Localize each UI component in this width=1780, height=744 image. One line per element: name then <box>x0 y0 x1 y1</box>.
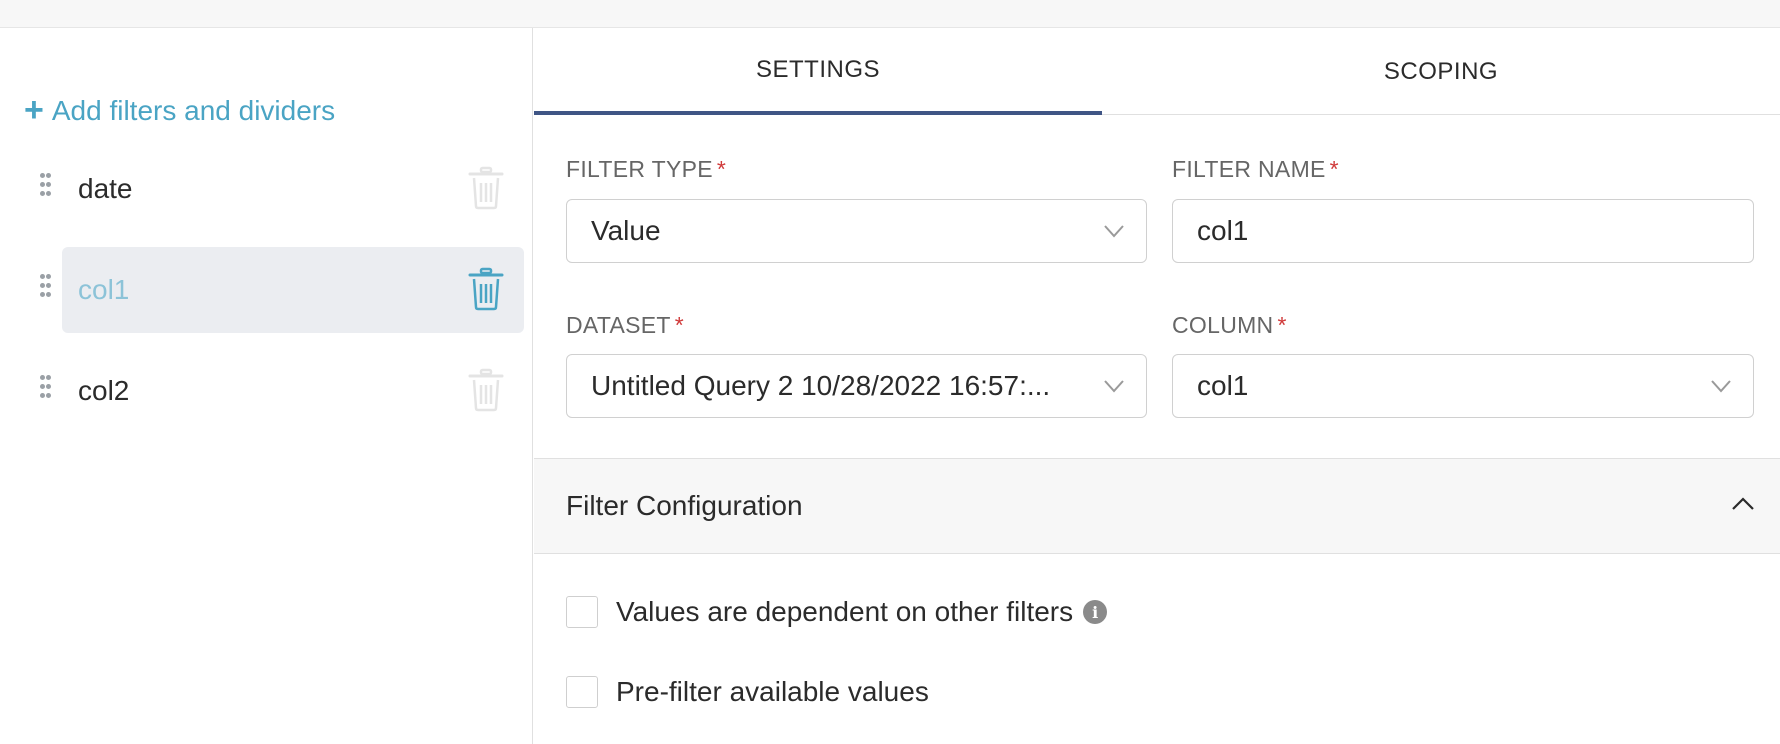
add-filters-link[interactable]: + Add filters and dividers <box>24 91 336 129</box>
dependent-values-option: Values are dependent on other filters i <box>566 596 1108 628</box>
filter-type-select[interactable]: Value <box>566 199 1147 263</box>
required-marker: * <box>1329 156 1339 182</box>
filter-list-item-label: date <box>78 173 133 204</box>
tab-scoping-label: SCOPING <box>1383 57 1499 85</box>
drag-handle-icon[interactable] <box>40 375 52 403</box>
trash-icon[interactable] <box>468 166 504 210</box>
column-label: COLUMN * <box>1172 312 1287 338</box>
required-marker: * <box>716 156 727 182</box>
dataset-select[interactable]: Untitled Query 2 10/28/2022 16:57:... <box>566 354 1147 418</box>
filter-settings-panel: SETTINGS SCOPING FILTER TYPE * Value FILT… <box>534 28 1780 744</box>
tab-bar: SETTINGS SCOPING <box>534 28 1780 115</box>
drag-handle-icon[interactable] <box>40 173 52 201</box>
drag-handle-icon[interactable] <box>40 274 52 302</box>
filter-name-input[interactable]: col1 <box>1172 199 1754 263</box>
chevron-up-icon[interactable] <box>1732 497 1754 511</box>
filter-configuration-header[interactable]: Filter Configuration <box>534 458 1780 554</box>
column-select[interactable]: col1 <box>1172 354 1754 418</box>
dependent-values-checkbox[interactable] <box>566 596 598 628</box>
add-filters-label: Add filters and dividers <box>51 95 336 126</box>
plus-icon: + <box>24 91 44 129</box>
top-bar <box>0 0 1780 28</box>
info-icon[interactable]: i <box>1083 600 1108 624</box>
prefilter-checkbox[interactable] <box>566 676 598 708</box>
column-value: col1 <box>1197 370 1249 401</box>
chevron-down-icon <box>1104 225 1124 238</box>
filters-sidebar: + Add filters and dividers date col1 col… <box>0 28 533 744</box>
filter-type-label: FILTER TYPE * <box>566 156 727 182</box>
filter-list-item-label: col2 <box>78 375 130 406</box>
filter-list-item-date[interactable]: date <box>40 146 524 232</box>
dependent-values-label: Values are dependent on other filters <box>616 596 1074 627</box>
required-marker: * <box>1277 312 1287 338</box>
section-title: Filter Configuration <box>566 490 803 521</box>
filter-list-item-col1[interactable]: col1 <box>40 247 524 333</box>
dataset-label: DATASET * <box>566 312 685 338</box>
filter-list-item-label: col1 <box>78 274 130 305</box>
trash-icon[interactable] <box>468 368 504 412</box>
prefilter-label: Pre-filter available values <box>616 676 929 707</box>
filter-list-item-col2[interactable]: col2 <box>40 348 524 434</box>
tab-scoping[interactable]: SCOPING <box>1102 28 1780 115</box>
dataset-value: Untitled Query 2 10/28/2022 16:57:... <box>591 370 1051 401</box>
trash-icon[interactable] <box>468 267 504 311</box>
chevron-down-icon <box>1711 380 1731 393</box>
required-marker: * <box>674 312 685 338</box>
chevron-down-icon <box>1104 380 1124 393</box>
tab-settings[interactable]: SETTINGS <box>534 28 1102 115</box>
filter-name-label: FILTER NAME * <box>1172 156 1339 182</box>
filter-type-value: Value <box>591 215 661 246</box>
tab-settings-label: SETTINGS <box>755 55 880 83</box>
filter-name-value: col1 <box>1197 215 1249 246</box>
prefilter-option: Pre-filter available values <box>566 676 929 708</box>
